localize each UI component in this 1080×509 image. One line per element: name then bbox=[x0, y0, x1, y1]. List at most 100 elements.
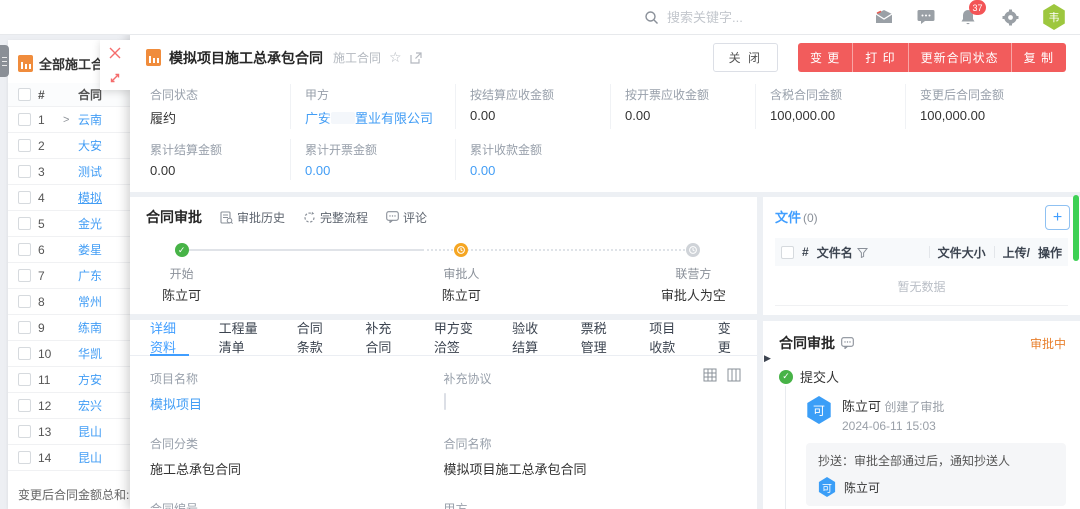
row-checkbox[interactable] bbox=[18, 295, 31, 308]
tab-terms[interactable]: 合同条款 bbox=[297, 320, 336, 356]
contract-link[interactable]: 广东 bbox=[78, 267, 102, 284]
col-contract: 合同 bbox=[78, 86, 102, 103]
tab-detail-info[interactable]: 详细资料 bbox=[150, 320, 189, 356]
collapse-panel-icon[interactable]: ▶ bbox=[764, 353, 771, 364]
contract-link[interactable]: 测试 bbox=[78, 163, 102, 180]
table-row[interactable]: 6娄星 bbox=[8, 237, 130, 263]
supplement-checkbox[interactable] bbox=[444, 393, 446, 410]
table-row[interactable]: 14昆山 bbox=[8, 445, 130, 471]
filter-icon[interactable] bbox=[857, 247, 868, 258]
close-icon[interactable] bbox=[100, 40, 130, 65]
table-row[interactable]: 3测试 bbox=[8, 159, 130, 185]
mail-icon[interactable] bbox=[874, 7, 894, 27]
select-all-checkbox[interactable] bbox=[781, 246, 794, 259]
table-row[interactable]: 2大安 bbox=[8, 133, 130, 159]
row-checkbox[interactable] bbox=[18, 217, 31, 230]
global-search[interactable] bbox=[644, 10, 814, 25]
update-status-button[interactable]: 更新合同状态 bbox=[908, 43, 1011, 72]
column-view-icon[interactable] bbox=[727, 368, 741, 382]
table-row[interactable]: 9练南 bbox=[8, 315, 130, 341]
submitter-node: ✓ 提交人 bbox=[779, 367, 1066, 386]
tab-changes[interactable]: 变更 bbox=[718, 320, 737, 356]
contract-link-active[interactable]: 模拟 bbox=[78, 189, 102, 206]
contract-link[interactable]: 金光 bbox=[78, 215, 102, 232]
total-invoiced-link[interactable]: 0.00 bbox=[305, 163, 330, 178]
table-row[interactable]: 4模拟 bbox=[8, 185, 130, 211]
row-checkbox[interactable] bbox=[18, 139, 31, 152]
table-row[interactable]: 5金光 bbox=[8, 211, 130, 237]
contract-link[interactable]: 昆山 bbox=[78, 449, 102, 466]
table-row[interactable]: 13昆山 bbox=[8, 419, 130, 445]
row-checkbox[interactable] bbox=[18, 399, 31, 412]
row-checkbox[interactable] bbox=[18, 451, 31, 464]
contract-link[interactable]: 华凯 bbox=[78, 345, 102, 362]
detail-tabs-card: 详细资料 工程量清单 合同条款 补充合同 甲方变洽签 验收结算 票税管理 项目收… bbox=[130, 320, 757, 509]
contract-link[interactable]: 云南 bbox=[78, 111, 102, 128]
contract-link[interactable]: 大安 bbox=[78, 137, 102, 154]
step-partner: 联营方 审批人为空 bbox=[633, 243, 753, 304]
row-checkbox[interactable] bbox=[18, 191, 31, 204]
contract-doc-icon bbox=[18, 55, 33, 72]
gear-icon[interactable] bbox=[1000, 7, 1020, 27]
row-checkbox[interactable] bbox=[18, 165, 31, 178]
table-row[interactable]: 1>云南 bbox=[8, 107, 130, 133]
tab-supplement[interactable]: 补充合同 bbox=[365, 320, 404, 356]
change-button[interactable]: 变 更 bbox=[798, 43, 852, 72]
approval-panel-title: 合同审批 bbox=[779, 333, 835, 353]
contract-link[interactable]: 娄星 bbox=[78, 241, 102, 258]
grid-view-icon[interactable] bbox=[703, 368, 717, 382]
select-all-checkbox[interactable] bbox=[18, 88, 31, 101]
approval-history-link[interactable]: 审批历史 bbox=[220, 209, 285, 226]
print-button[interactable]: 打 印 bbox=[852, 43, 907, 72]
contract-link[interactable]: 方安 bbox=[78, 371, 102, 388]
scrollbar-thumb[interactable] bbox=[1073, 195, 1079, 261]
open-external-icon[interactable] bbox=[410, 52, 422, 64]
contract-list-panel: 全部施工合同 # 合同 1>云南 2大安 3测试 4模拟 5金光 6娄星 7广东 bbox=[8, 40, 130, 509]
favorite-star-icon[interactable]: ☆ bbox=[389, 49, 402, 66]
chat-icon[interactable] bbox=[916, 7, 936, 27]
user-avatar[interactable]: 韦 bbox=[1042, 4, 1066, 30]
total-received-link[interactable]: 0.00 bbox=[470, 163, 495, 178]
clock-icon bbox=[454, 243, 468, 257]
project-link[interactable]: 模拟项目 bbox=[150, 397, 202, 412]
row-checkbox[interactable] bbox=[18, 425, 31, 438]
tab-change-sign[interactable]: 甲方变洽签 bbox=[434, 320, 482, 356]
table-row[interactable]: 8常州 bbox=[8, 289, 130, 315]
row-checkbox[interactable] bbox=[18, 113, 31, 126]
party-a-link[interactable]: 广安置业有限公司 bbox=[305, 111, 433, 126]
row-checkbox[interactable] bbox=[18, 347, 31, 360]
contract-link[interactable]: 昆山 bbox=[78, 423, 102, 440]
full-process-link[interactable]: 完整流程 bbox=[303, 209, 368, 226]
tab-acceptance[interactable]: 验收结算 bbox=[512, 320, 551, 356]
contract-link[interactable]: 宏兴 bbox=[78, 397, 102, 414]
row-checkbox[interactable] bbox=[18, 243, 31, 256]
table-row[interactable]: 10华凯 bbox=[8, 341, 130, 367]
contract-type-tag: 施工合同 bbox=[333, 49, 381, 66]
bell-icon[interactable]: 37 bbox=[958, 7, 978, 27]
row-checkbox[interactable] bbox=[18, 269, 31, 282]
avatar: 可 bbox=[818, 477, 836, 497]
expand-caret-icon[interactable]: > bbox=[63, 114, 71, 126]
table-row[interactable]: 11方安 bbox=[8, 367, 130, 393]
comment-icon[interactable] bbox=[841, 337, 854, 349]
tab-receipts[interactable]: 项目收款 bbox=[649, 320, 688, 356]
expand-icon[interactable] bbox=[100, 65, 130, 90]
files-count: (0) bbox=[803, 211, 818, 225]
check-circle-icon: ✓ bbox=[779, 370, 793, 384]
table-row[interactable]: 7广东 bbox=[8, 263, 130, 289]
sidebar-collapse-handle[interactable] bbox=[0, 45, 9, 77]
row-checkbox[interactable] bbox=[18, 373, 31, 386]
comment-link[interactable]: 评论 bbox=[386, 209, 427, 226]
row-checkbox[interactable] bbox=[18, 321, 31, 334]
field-total-invoiced: 累计开票金额 0.00 bbox=[290, 139, 455, 180]
contract-link[interactable]: 常州 bbox=[78, 293, 102, 310]
contract-link[interactable]: 练南 bbox=[78, 319, 102, 336]
close-button[interactable]: 关 闭 bbox=[713, 43, 778, 72]
tab-tax[interactable]: 票税管理 bbox=[581, 320, 620, 356]
table-row[interactable]: 12宏兴 bbox=[8, 393, 130, 419]
field-contract-code: 合同编号 -- bbox=[150, 500, 444, 509]
add-file-button[interactable]: + bbox=[1045, 205, 1070, 230]
tab-boq[interactable]: 工程量清单 bbox=[219, 320, 267, 356]
copy-button[interactable]: 复 制 bbox=[1011, 43, 1066, 72]
search-input[interactable] bbox=[667, 10, 797, 25]
